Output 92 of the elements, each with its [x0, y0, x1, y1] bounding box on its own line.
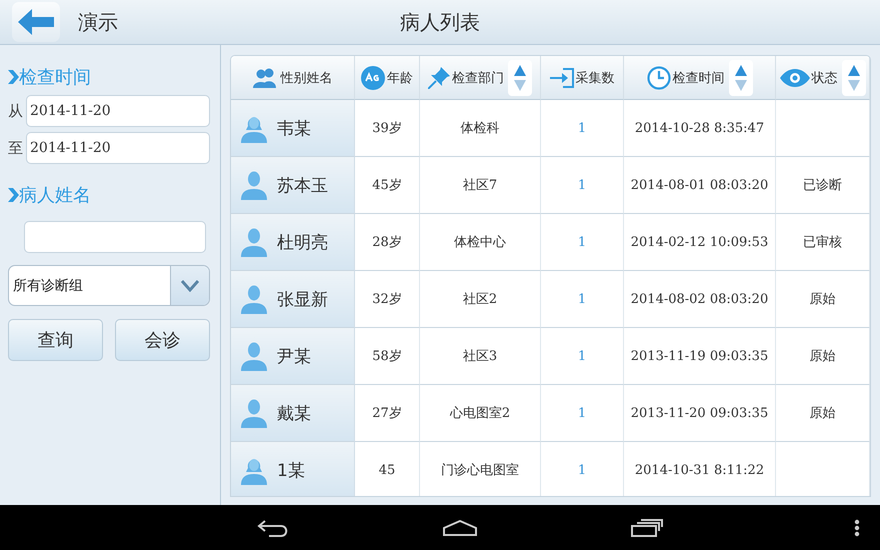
table-cell: 2014-10-28 8:35:47	[624, 100, 776, 157]
pushpin-icon	[428, 66, 450, 88]
section-heading: 病人姓名	[19, 184, 91, 207]
table-cell: 2014-08-01 08:03:20	[624, 157, 776, 214]
column-header[interactable]: 采集数	[541, 56, 624, 100]
patient-name-cell[interactable]: 苏本玉	[231, 157, 355, 214]
table-cell: 社区7	[420, 157, 541, 214]
field-label: 从	[8, 102, 24, 120]
table-cell: 原始	[776, 271, 870, 328]
table-cell: 2014-08-02 08:03:20	[624, 271, 776, 328]
menu-icon[interactable]	[854, 519, 860, 537]
column-label: 采集数	[576, 70, 614, 86]
column-label: 状态	[812, 70, 838, 86]
column-header[interactable]: 年龄	[355, 56, 420, 100]
screen-label: 演示	[78, 8, 118, 36]
patient-name: 韦某	[277, 118, 311, 140]
home-icon[interactable]	[443, 520, 477, 536]
sort-arrows-icon	[514, 64, 526, 90]
page-title: 病人列表	[400, 8, 480, 36]
table-cell: 体检科	[420, 100, 541, 157]
patient-name-cell[interactable]: 尹某	[231, 328, 355, 385]
column-header[interactable]: 检查部门	[420, 56, 541, 100]
clock-icon	[646, 66, 670, 90]
column-label: 检查时间	[672, 70, 724, 86]
table-cell: 2013-11-19 09:03:35	[624, 328, 776, 385]
chevron-down-icon	[181, 280, 199, 292]
start-date-field[interactable]: 2014-11-20	[26, 95, 210, 127]
table-cell: 社区2	[420, 271, 541, 328]
table-cell: 1	[541, 214, 624, 271]
table-cell: 心电图室2	[420, 385, 541, 442]
back-button[interactable]	[12, 2, 60, 42]
people-icon	[252, 68, 278, 88]
age-badge-icon	[361, 66, 385, 90]
group-dropdown[interactable]: 所有诊断组	[8, 265, 210, 306]
back-icon[interactable]	[257, 518, 289, 536]
table-cell: 45岁	[355, 157, 420, 214]
table-cell: 2014-02-12 10:09:53	[624, 214, 776, 271]
table-cell: 社区3	[420, 328, 541, 385]
sort-button[interactable]	[728, 60, 752, 96]
patient-name-cell[interactable]: 杜明亮	[231, 214, 355, 271]
patient-name-cell[interactable]: 韦某	[231, 100, 355, 157]
sort-button[interactable]	[842, 60, 866, 96]
consult-button[interactable]: 会诊	[115, 319, 210, 361]
section-heading: 检查时间	[19, 66, 91, 89]
table-cell: 28岁	[355, 214, 420, 271]
table-cell: 已诊断	[776, 157, 870, 214]
column-label: 检查部门	[452, 70, 504, 86]
table-cell: 58岁	[355, 328, 420, 385]
column-header[interactable]: 性别姓名	[231, 56, 355, 100]
sort-arrows-icon	[848, 64, 860, 90]
import-arrow-icon	[550, 68, 574, 88]
table-cell: 32岁	[355, 271, 420, 328]
table-cell: 1	[541, 385, 624, 442]
chevron-icon	[8, 188, 19, 202]
sort-arrows-icon	[734, 64, 746, 90]
end-date-field[interactable]: 2014-11-20	[26, 132, 210, 164]
patient-name: 1某	[277, 460, 305, 482]
patient-name-field[interactable]	[24, 221, 206, 253]
table-cell: 原始	[776, 385, 870, 442]
column-header[interactable]: 状态	[776, 56, 870, 100]
table-cell: 1	[541, 157, 624, 214]
column-label: 性别姓名	[280, 70, 332, 86]
table-cell: 2013-11-20 09:03:35	[624, 385, 776, 442]
table-cell: 原始	[776, 328, 870, 385]
table-cell: 39岁	[355, 100, 420, 157]
table-cell: 门诊心电图室	[420, 442, 541, 496]
patient-name-cell[interactable]: 1某	[231, 442, 355, 496]
patient-name-cell[interactable]: 戴某	[231, 385, 355, 442]
patient-name: 杜明亮	[277, 232, 328, 254]
patient-name: 张显新	[277, 288, 328, 310]
column-label: 年龄	[387, 70, 413, 86]
table-cell: 45	[355, 442, 420, 496]
table-cell: 已审核	[776, 214, 870, 271]
table-cell: 2014-10-31 8:11:22	[624, 442, 776, 496]
table-cell: 1	[541, 100, 624, 157]
back-arrow-icon	[18, 9, 54, 35]
field-label: 至	[8, 138, 24, 158]
patient-name: 苏本玉	[277, 174, 328, 196]
recent-apps-icon[interactable]	[631, 518, 663, 536]
table-cell: 27岁	[355, 385, 420, 442]
eye-icon	[780, 68, 810, 86]
patient-name: 尹某	[277, 346, 311, 368]
column-header[interactable]: 检查时间	[624, 56, 776, 100]
table-cell: 1	[541, 328, 624, 385]
table-cell: 1	[541, 271, 624, 328]
chevron-icon	[8, 70, 19, 84]
sort-button[interactable]	[508, 60, 532, 96]
patient-name-cell[interactable]: 张显新	[231, 271, 355, 328]
table-cell: 体检中心	[420, 214, 541, 271]
patient-name: 戴某	[277, 402, 311, 424]
table-cell: 1	[541, 442, 624, 496]
query-button[interactable]: 查询	[8, 319, 103, 361]
